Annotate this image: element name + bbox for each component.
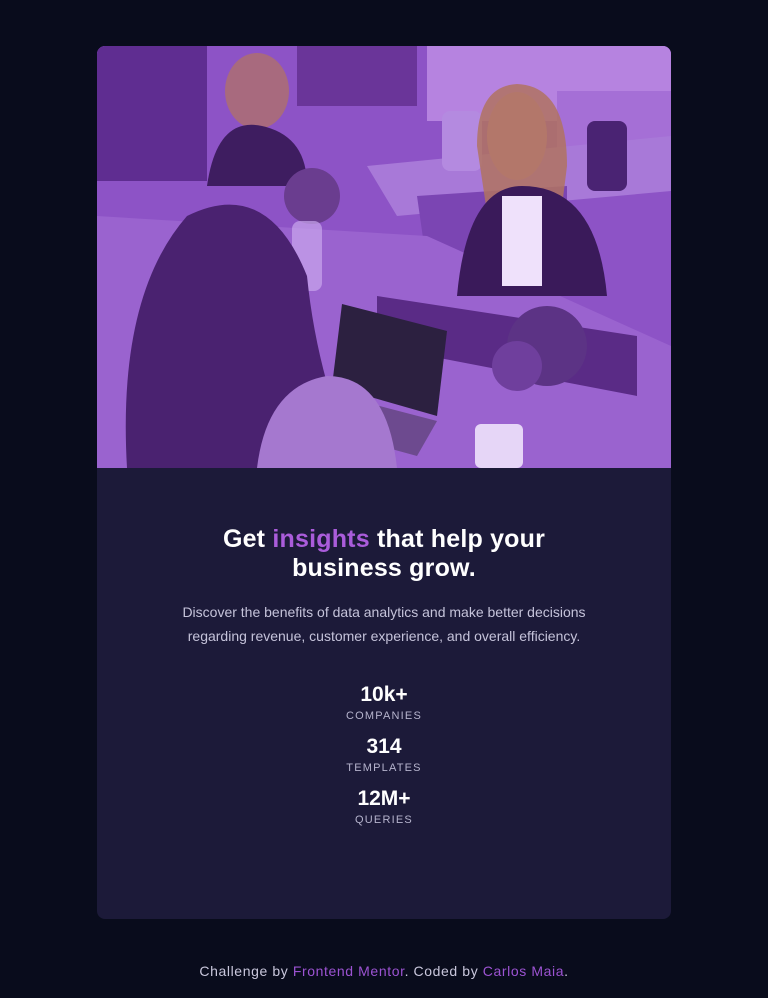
attribution-suffix: .: [564, 963, 569, 979]
attribution-prefix: Challenge by: [199, 963, 289, 979]
stat-value: 10k+: [360, 683, 408, 706]
attribution-middle: . Coded by: [404, 963, 479, 979]
hero-image: [97, 46, 671, 468]
author-link[interactable]: Carlos Maia: [483, 963, 564, 979]
stat-queries: 12M+ QUERIES: [97, 787, 671, 826]
stat-companies: 10k+ COMPANIES: [97, 683, 671, 722]
stat-value: 12M+: [357, 787, 411, 810]
office-team-photo-icon: [97, 46, 671, 468]
card-content: Get insights that help your business gro…: [97, 468, 671, 826]
stat-label: QUERIES: [355, 814, 413, 826]
frontend-mentor-link[interactable]: Frontend Mentor: [293, 963, 405, 979]
card-title: Get insights that help your business gro…: [174, 525, 594, 583]
title-prefix: Get: [222, 525, 266, 553]
title-accent: insights: [272, 525, 370, 553]
stats-card: Get insights that help your business gro…: [97, 46, 671, 919]
stat-label: TEMPLATES: [346, 762, 422, 774]
card-description: Discover the benefits of data analytics …: [182, 604, 586, 644]
stat-templates: 314 TEMPLATES: [97, 735, 671, 774]
attribution: Challenge by Frontend Mentor. Coded by C…: [0, 963, 768, 979]
stats-list: 10k+ COMPANIES 314 TEMPLATES 12M+ QUERIE…: [97, 683, 671, 826]
stat-label: COMPANIES: [346, 710, 422, 722]
stat-value: 314: [366, 735, 402, 758]
